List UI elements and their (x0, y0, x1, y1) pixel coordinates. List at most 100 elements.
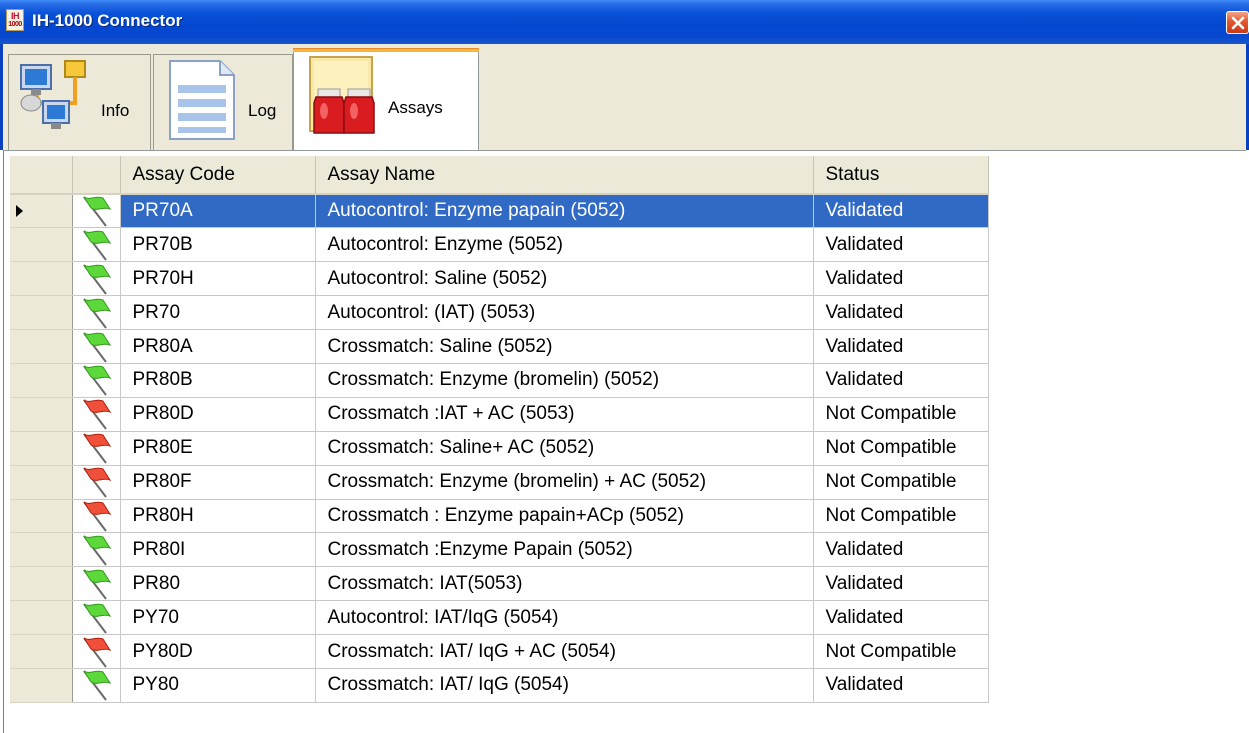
status-cell[interactable]: Validated (813, 532, 989, 568)
app-icon[interactable]: IH 1000 (6, 9, 24, 31)
assay-code-cell[interactable]: PY70 (120, 600, 316, 636)
tab-assays-label: Assays (388, 98, 443, 117)
assay-code-cell[interactable]: PR70 (120, 295, 316, 331)
status-cell[interactable]: Validated (813, 600, 989, 636)
assay-code-cell[interactable]: PR70A (120, 194, 316, 229)
table-row[interactable]: PR70B Autocontrol: Enzyme (5052) Validated (10, 227, 989, 263)
assay-code-cell[interactable]: PR80E (120, 431, 316, 466)
assay-name-cell[interactable]: Crossmatch: IAT/ IqG + AC (5054) (315, 634, 814, 669)
close-button[interactable] (1226, 11, 1249, 34)
assay-name-cell[interactable]: Crossmatch: Saline (5052) (315, 329, 814, 364)
green-flag-icon (83, 365, 112, 396)
assay-code-cell[interactable]: PR80H (120, 499, 316, 534)
assay-name-cell[interactable]: Crossmatch :Enzyme Papain (5052) (315, 532, 814, 568)
table-row[interactable]: PR80H Crossmatch : Enzyme papain+ACp (505… (10, 499, 989, 534)
table-row[interactable]: PR70 Autocontrol: (IAT) (5053) Validated (10, 295, 989, 331)
row-header[interactable] (10, 668, 73, 703)
row-header[interactable] (10, 431, 73, 466)
tab-info[interactable]: Info (8, 54, 151, 150)
table-row[interactable]: PR80D Crossmatch :IAT + AC (5053) Not Comp… (10, 397, 989, 432)
assay-name-cell[interactable]: Crossmatch: Enzyme (bromelin) + AC (5052… (315, 465, 814, 500)
row-header[interactable] (10, 566, 73, 602)
grid-header-row: Assay Code Assay Name Status (10, 156, 989, 195)
table-row[interactable]: PY80D Crossmatch: IAT/ IqG + AC (5054) Not… (10, 634, 989, 669)
tab-log[interactable]: Log (153, 54, 293, 150)
status-cell[interactable]: Validated (813, 295, 989, 331)
assay-name-cell[interactable]: Autocontrol: Enzyme papain (5052) (315, 194, 814, 229)
red-flag-icon (83, 501, 112, 532)
table-row[interactable]: PR70H Autocontrol: Saline (5052) Validated (10, 261, 989, 297)
table-row[interactable]: PR80I Crossmatch :Enzyme Papain (5052) Val… (10, 532, 989, 568)
status-cell[interactable]: Not Compatible (813, 431, 989, 466)
assay-name-cell[interactable]: Crossmatch: IAT/ IqG (5054) (315, 668, 814, 703)
row-header-corner (10, 156, 73, 195)
row-header[interactable] (10, 261, 73, 297)
flag-cell (72, 668, 121, 703)
row-header[interactable] (10, 532, 73, 568)
assay-code-cell[interactable]: PY80 (120, 668, 316, 703)
assay-name-cell[interactable]: Crossmatch: Enzyme (bromelin) (5052) (315, 363, 814, 398)
status-cell[interactable]: Validated (813, 566, 989, 602)
assay-code-cell[interactable]: PR80 (120, 566, 316, 602)
current-row-arrow-icon (16, 205, 23, 218)
status-cell[interactable]: Not Compatible (813, 397, 989, 432)
red-flag-icon (83, 433, 112, 464)
green-flag-icon (83, 569, 112, 600)
assay-name-cell[interactable]: Autocontrol: (IAT) (5053) (315, 295, 814, 331)
green-flag-icon (83, 670, 112, 702)
header-flag[interactable] (72, 156, 121, 195)
table-row[interactable]: PR80 Crossmatch: IAT(5053) Validated (10, 566, 989, 602)
status-cell[interactable]: Not Compatible (813, 634, 989, 669)
header-assay-name[interactable]: Assay Name (315, 156, 814, 195)
assay-name-cell[interactable]: Autocontrol: Saline (5052) (315, 261, 814, 297)
row-header[interactable] (10, 329, 73, 364)
assay-name-cell[interactable]: Crossmatch : Enzyme papain+ACp (5052) (315, 499, 814, 534)
table-row[interactable]: PR80F Crossmatch: Enzyme (bromelin) + AC … (10, 465, 989, 500)
status-cell[interactable]: Validated (813, 363, 989, 398)
assay-name-cell[interactable]: Autocontrol: Enzyme (5052) (315, 227, 814, 263)
row-header[interactable] (10, 499, 73, 534)
window-title: IH-1000 Connector (32, 11, 183, 30)
table-row[interactable]: PY70 Autocontrol: IAT/IqG (5054) Validated (10, 600, 989, 636)
table-row[interactable]: PR80A Crossmatch: Saline (5052) Validated (10, 329, 989, 364)
row-header[interactable] (10, 295, 73, 331)
assay-name-cell[interactable]: Autocontrol: IAT/IqG (5054) (315, 600, 814, 636)
assay-code-cell[interactable]: PR70B (120, 227, 316, 263)
status-cell[interactable]: Validated (813, 261, 989, 297)
title-bar[interactable]: IH 1000 IH-1000 Connector (0, 0, 1249, 44)
status-cell[interactable]: Validated (813, 194, 989, 229)
assays-grid[interactable]: Assay Code Assay Name Status PR70A Autoco… (10, 156, 989, 703)
row-header[interactable] (10, 465, 73, 500)
table-row[interactable]: PR80E Crossmatch: Saline+ AC (5052) Not Co… (10, 431, 989, 466)
assay-name-cell[interactable]: Crossmatch :IAT + AC (5053) (315, 397, 814, 432)
green-flag-icon (83, 535, 112, 566)
row-header[interactable] (10, 397, 73, 432)
status-cell[interactable]: Validated (813, 668, 989, 703)
assay-code-cell[interactable]: PY80D (120, 634, 316, 669)
network-computers-icon (20, 60, 86, 129)
status-cell[interactable]: Validated (813, 227, 989, 263)
status-cell[interactable]: Not Compatible (813, 499, 989, 534)
assay-code-cell[interactable]: PR80B (120, 363, 316, 398)
document-log-icon (169, 60, 235, 140)
assay-code-cell[interactable]: PR80I (120, 532, 316, 568)
table-row[interactable]: PR80B Crossmatch: Enzyme (bromelin) (5052… (10, 363, 989, 398)
assay-name-cell[interactable]: Crossmatch: Saline+ AC (5052) (315, 431, 814, 466)
row-header[interactable] (10, 194, 73, 229)
table-row[interactable]: PY80 Crossmatch: IAT/ IqG (5054) Validated (10, 668, 989, 703)
row-header[interactable] (10, 227, 73, 263)
status-cell[interactable]: Validated (813, 329, 989, 364)
assay-code-cell[interactable]: PR80F (120, 465, 316, 500)
header-assay-code[interactable]: Assay Code (120, 156, 316, 195)
table-row[interactable]: PR70A Autocontrol: Enzyme papain (5052) Va… (10, 194, 989, 229)
row-header[interactable] (10, 600, 73, 636)
tab-assays[interactable]: Assays (293, 48, 479, 151)
row-header[interactable] (10, 634, 73, 669)
assay-code-cell[interactable]: PR80D (120, 397, 316, 432)
row-header[interactable] (10, 363, 73, 398)
status-cell[interactable]: Not Compatible (813, 465, 989, 500)
assay-code-cell[interactable]: PR70H (120, 261, 316, 297)
header-status[interactable]: Status (813, 156, 989, 195)
assay-code-cell[interactable]: PR80A (120, 329, 316, 364)
assay-name-cell[interactable]: Crossmatch: IAT(5053) (315, 566, 814, 602)
